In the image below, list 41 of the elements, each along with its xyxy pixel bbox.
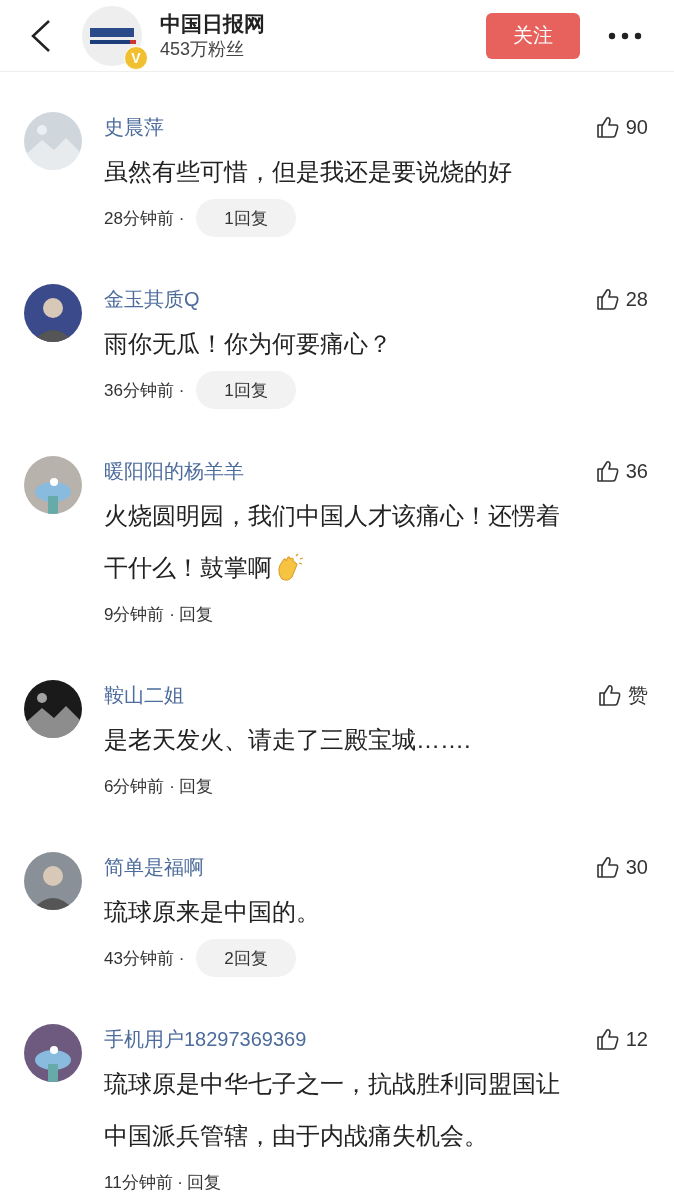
reply-button[interactable]: 2回复 [196,939,296,977]
timestamp: 9分钟前 · [104,603,175,626]
reply-button[interactable]: 1回复 [196,199,296,237]
follower-count: 453万粉丝 [160,37,246,61]
user-name[interactable]: 史晨萍 [104,113,164,141]
thumbs-up-icon [595,287,620,311]
user-name[interactable]: 金玉其质Q [104,285,200,313]
reply-button[interactable]: 1回复 [196,371,296,409]
timestamp: 28分钟前 · [104,207,185,230]
comment-text: 雨你无瓜！你为何要痛心？ [104,329,393,359]
user-name[interactable]: 手机用户18297369369 [104,1025,307,1053]
comment-text: 虽然有些可惜，但是我还是要说烧的好 [104,157,513,187]
comment-text: 琉球原来是中国的。 [104,897,321,927]
more-icon[interactable] [608,31,642,40]
like-button[interactable]: 12 [595,1027,648,1051]
verified-badge: V [124,45,148,70]
like-button[interactable]: 30 [595,855,648,879]
user-name[interactable]: 简单是福啊 [104,853,204,881]
like-button[interactable]: 28 [595,287,648,311]
comment-text: 火烧圆明园，我们中国人才该痛心！还愣着 干什么！鼓掌啊 [104,501,561,585]
timestamp: 6分钟前 · [104,775,175,798]
like-button[interactable]: 赞 [598,681,648,709]
timestamp: 43分钟前 · [104,947,185,970]
reply-button[interactable]: 回复 [178,774,213,798]
thumbs-up-icon [598,683,622,707]
user-name[interactable]: 暖阳阳的杨羊羊 [104,457,244,485]
timestamp: 11分钟前 · [104,1171,184,1194]
timestamp: 36分钟前 · [104,379,185,402]
comment-text: 是老天发火、请走了三殿宝城……. [104,725,472,755]
thumbs-up-icon [595,459,620,483]
thumbs-up-icon [595,1027,620,1051]
thumbs-up-icon [595,855,620,879]
user-name[interactable]: 鞍山二姐 [104,681,184,709]
like-button[interactable]: 36 [595,459,648,483]
account-name: 中国日报网 [160,10,266,37]
reply-button[interactable]: 回复 [178,602,213,626]
thumbs-up-icon [595,115,620,139]
back-icon[interactable] [30,18,52,53]
comment-text: 琉球原是中华七子之一，抗战胜利同盟国让 中国派兵管辖，由于内战痛失机会。 [104,1069,561,1151]
reply-button[interactable]: 回复 [187,1170,222,1194]
like-button[interactable]: 90 [595,115,648,139]
